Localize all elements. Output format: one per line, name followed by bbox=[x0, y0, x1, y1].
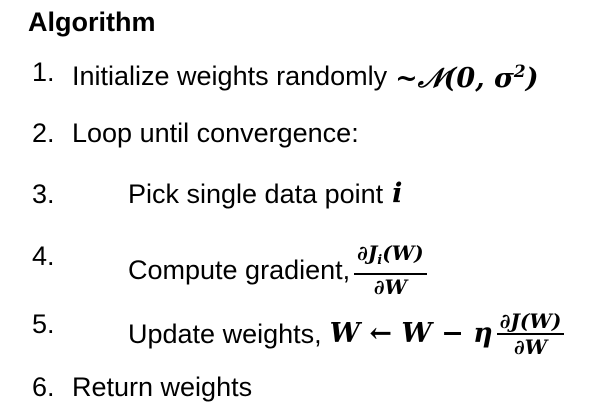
step-content: Loop until convergence: bbox=[72, 115, 359, 151]
step-content: Update weights, W ← W − η ∂J(W) ∂W bbox=[128, 310, 565, 359]
distribution-close: ) bbox=[525, 63, 539, 94]
step-number: 3. bbox=[32, 179, 55, 209]
step-text: Update weights, bbox=[128, 319, 322, 349]
step-number: 5. bbox=[32, 309, 55, 339]
step-number: 2. bbox=[32, 118, 55, 148]
step-content: Pick single data point i bbox=[128, 176, 402, 212]
update-expression: W ← W − η bbox=[329, 318, 493, 349]
weights-argument: (W) bbox=[382, 241, 424, 265]
algorithm-step-5: 5. Update weights, W ← W − η ∂J(W) ∂W bbox=[0, 306, 601, 359]
step-number: 1. bbox=[32, 57, 55, 87]
update-denominator: ∂W bbox=[513, 335, 548, 359]
variance-exponent: 2 bbox=[513, 62, 526, 82]
algorithm-step-2: 2. Loop until convergence: bbox=[0, 115, 601, 165]
gradient-fraction: ∂Ji(W) ∂W bbox=[354, 242, 427, 298]
step-text: Loop until convergence: bbox=[72, 118, 359, 148]
partial-j: ∂J bbox=[357, 241, 378, 265]
distribution-expression: ~𝒩(0, σ bbox=[395, 63, 514, 94]
step-number: 6. bbox=[32, 372, 55, 402]
step-math: ~𝒩(0, σ2) bbox=[395, 54, 538, 97]
step-text: Pick single data point bbox=[128, 179, 384, 209]
step-text: Compute gradient, bbox=[128, 255, 351, 285]
step-content: Return weights bbox=[72, 369, 252, 405]
step-content: Compute gradient, ∂Ji(W) ∂W bbox=[128, 242, 427, 298]
step-number: 4. bbox=[32, 241, 55, 271]
gradient-numerator: ∂Ji(W) bbox=[354, 242, 427, 275]
algorithm-step-1: 1. Initialize weights randomly ~𝒩(0, σ2) bbox=[0, 54, 601, 104]
step-text: Return weights bbox=[72, 372, 253, 402]
algorithm-step-3: 3. Pick single data point i bbox=[0, 176, 601, 226]
step-text: Initialize weights randomly bbox=[72, 60, 388, 91]
algorithm-step-6: 6. Return weights bbox=[0, 369, 601, 419]
update-fraction: ∂J(W) ∂W bbox=[496, 310, 565, 359]
update-numerator: ∂J(W) bbox=[496, 310, 565, 335]
step-content: Initialize weights randomly ~𝒩(0, σ2) bbox=[72, 54, 539, 97]
algorithm-step-4: 4. Compute gradient, ∂Ji(W) ∂W bbox=[0, 238, 601, 298]
gradient-denominator: ∂W bbox=[373, 275, 407, 299]
data-point-index: i bbox=[392, 178, 403, 209]
algorithm-title: Algorithm bbox=[28, 7, 156, 37]
